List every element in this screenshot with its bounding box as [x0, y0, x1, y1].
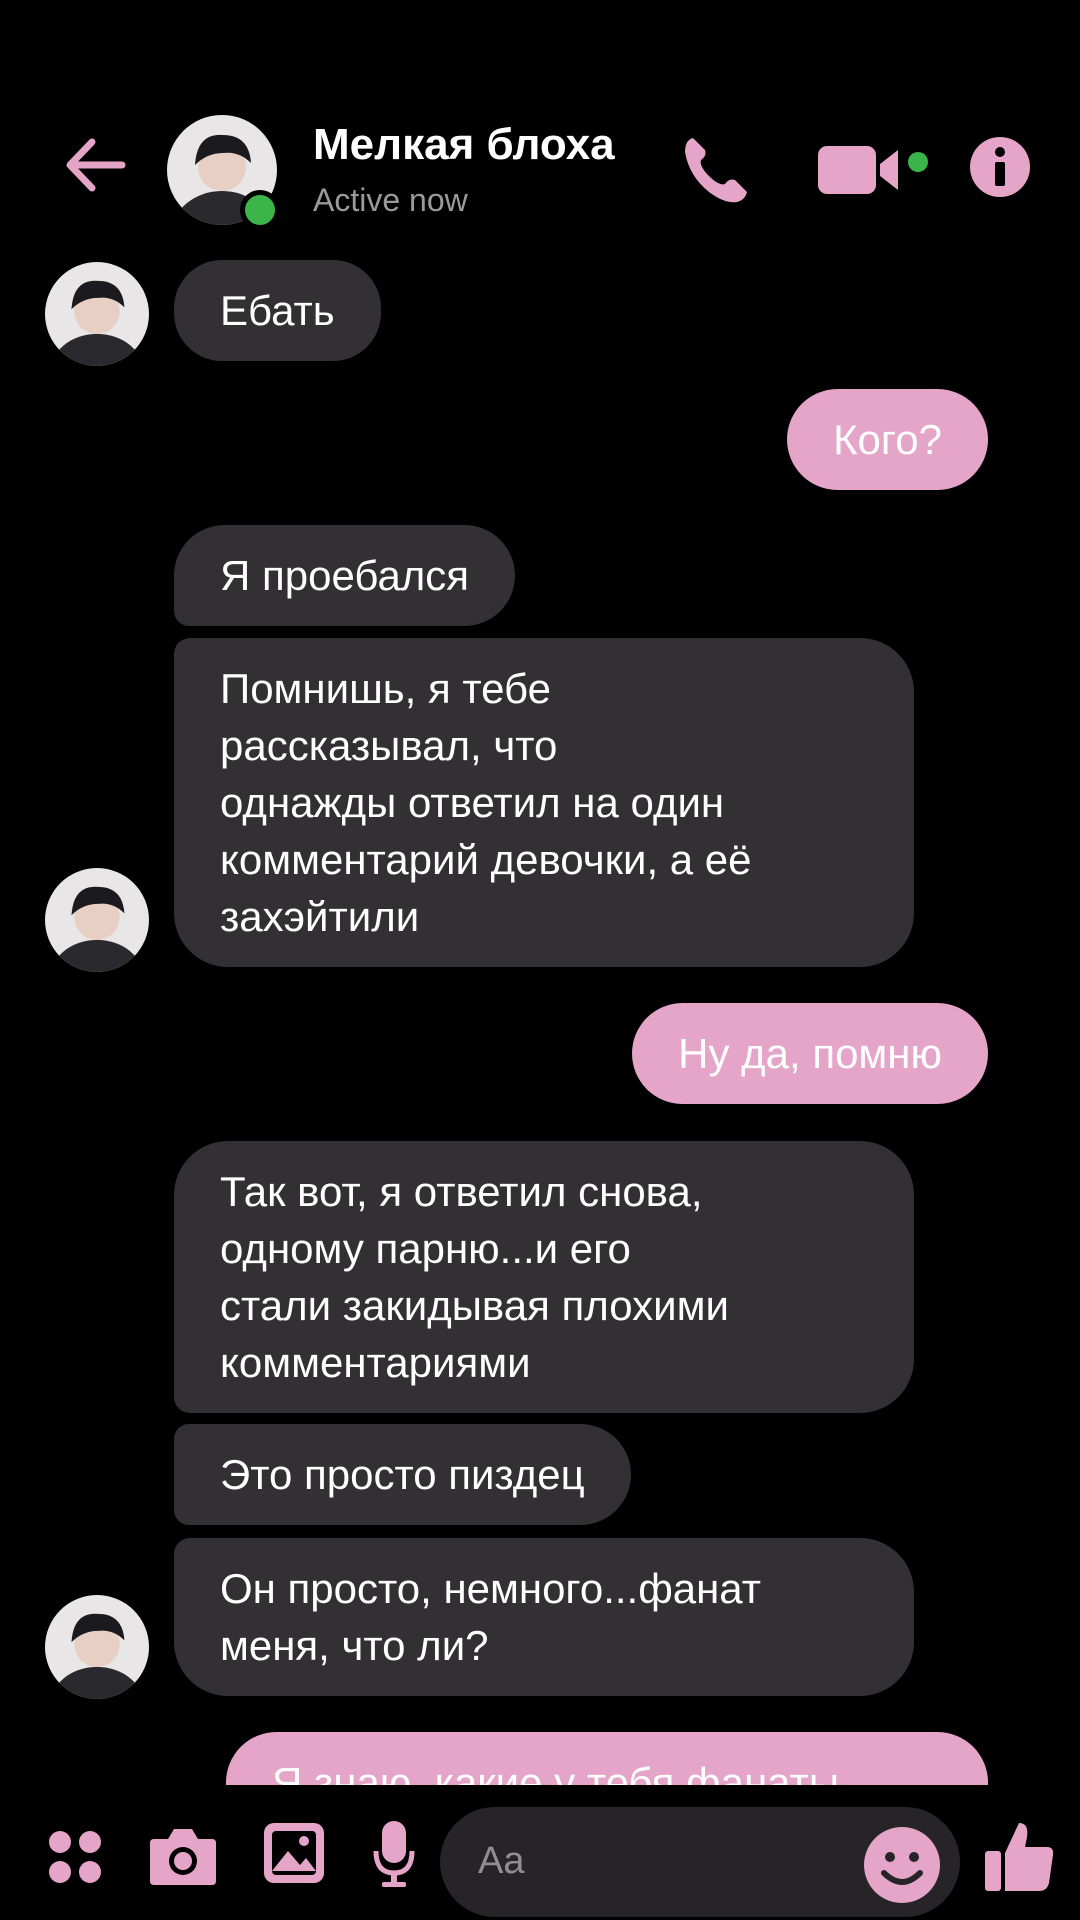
outgoing-message[interactable]: Ну да, помню: [632, 1003, 988, 1104]
gallery-icon[interactable]: [262, 1821, 326, 1885]
message-list[interactable]: Ебать Кого? Я проебался Помнишь, я тебе …: [0, 260, 1080, 1785]
incoming-message[interactable]: Так вот, я ответил снова, одному парню..…: [174, 1141, 914, 1413]
incoming-message[interactable]: Он просто, немного...фанат меня, что ли?: [174, 1538, 914, 1696]
incoming-message[interactable]: Я проебался: [174, 525, 516, 626]
phone-icon[interactable]: [675, 130, 755, 210]
video-camera-icon[interactable]: [818, 140, 928, 200]
online-indicator: [240, 190, 280, 230]
thumbs-up-icon[interactable]: [983, 1819, 1055, 1893]
apps-grid-icon[interactable]: [45, 1827, 105, 1887]
emoji-icon[interactable]: [862, 1825, 942, 1905]
back-arrow-icon[interactable]: [60, 130, 130, 200]
incoming-message[interactable]: Это просто пиздец: [174, 1424, 631, 1525]
incoming-message[interactable]: Помнишь, я тебе рассказывал, что однажды…: [174, 638, 914, 967]
contact-name[interactable]: Мелкая блоха: [313, 120, 615, 170]
outgoing-message[interactable]: Кого?: [787, 389, 988, 490]
message-composer: Aa: [0, 1785, 1080, 1920]
info-icon[interactable]: [968, 135, 1032, 199]
sender-avatar: [45, 868, 149, 972]
outgoing-message[interactable]: Я знаю, какие у тебя фанаты: [226, 1732, 988, 1785]
microphone-icon[interactable]: [372, 1819, 416, 1889]
sender-avatar: [45, 262, 149, 366]
message-input-placeholder: Aa: [478, 1840, 525, 1882]
sender-avatar: [45, 1595, 149, 1699]
active-status: Active now: [313, 182, 468, 218]
camera-icon[interactable]: [148, 1823, 218, 1889]
chat-header: Мелкая блоха Active now: [0, 0, 1080, 260]
incoming-message[interactable]: Ебать: [174, 260, 381, 361]
